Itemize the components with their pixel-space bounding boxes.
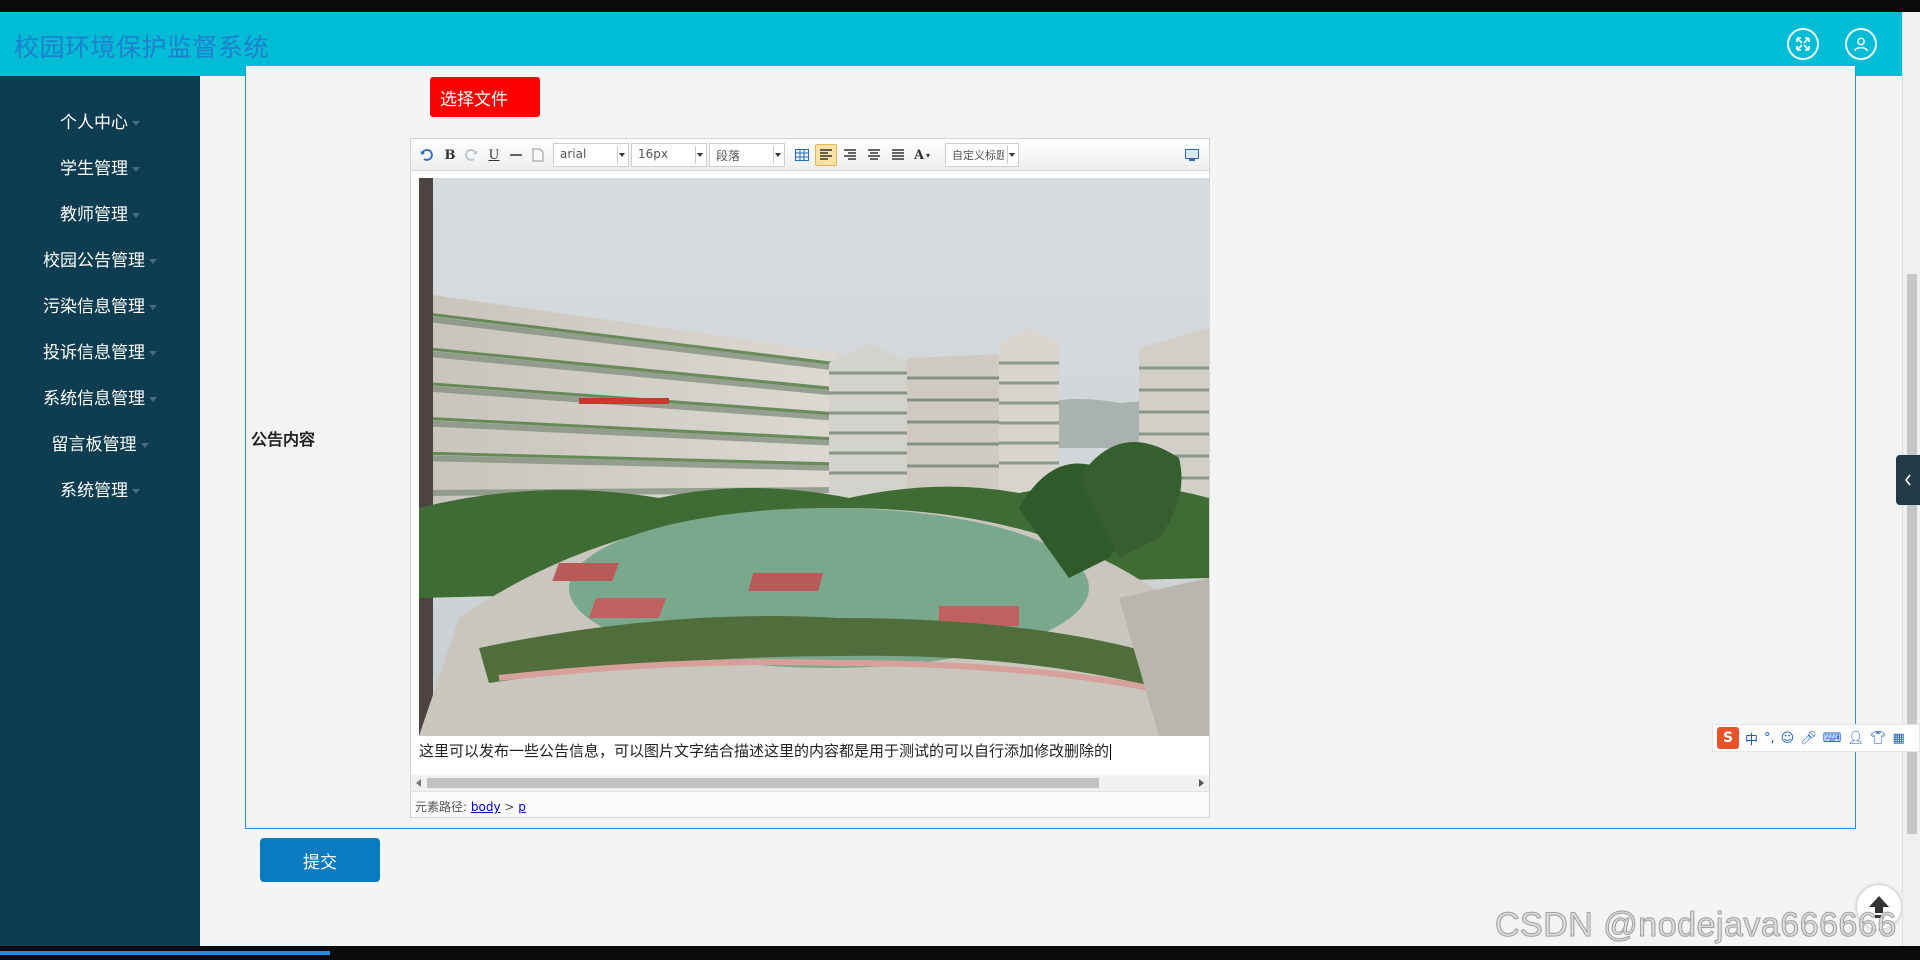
sidebar-item-students[interactable]: 学生管理 bbox=[0, 154, 200, 179]
chevron-down-icon bbox=[132, 212, 140, 218]
font-family-value: arial bbox=[560, 147, 587, 161]
underline-icon[interactable]: U bbox=[485, 146, 503, 164]
align-center-icon[interactable] bbox=[865, 146, 883, 164]
sidebar: 个人中心 学生管理 教师管理 校园公告管理 污染信息管理 投诉信息管理 系统信息… bbox=[0, 76, 200, 946]
sidebar-item-label: 留言板管理 bbox=[51, 435, 137, 455]
campus-photo-image bbox=[419, 178, 1209, 736]
sidebar-item-label: 校园公告管理 bbox=[43, 251, 145, 271]
editor-horizontal-scrollbar[interactable] bbox=[411, 775, 1209, 791]
custom-title-value: 自定义标题 bbox=[952, 149, 1004, 162]
path-link-p[interactable]: p bbox=[518, 800, 526, 814]
sidebar-item-message-board[interactable]: 留言板管理 bbox=[0, 430, 200, 455]
sidebar-item-personal-center[interactable]: 个人中心 bbox=[0, 108, 200, 133]
ime-toolbar[interactable]: S 中 °, ☺ 🎤︎ ⌨ 👤︎ 👕︎ ▦ bbox=[1712, 724, 1920, 752]
paragraph-value: 段落 bbox=[716, 149, 741, 163]
redo-icon[interactable] bbox=[463, 146, 481, 164]
scroll-left-arrow-icon[interactable] bbox=[416, 779, 421, 787]
font-size-value: 16px bbox=[638, 147, 668, 161]
chevron-down-icon bbox=[149, 396, 157, 402]
align-right-icon[interactable] bbox=[841, 146, 859, 164]
sidebar-item-system-info[interactable]: 系统信息管理 bbox=[0, 384, 200, 409]
path-separator: > bbox=[504, 800, 515, 814]
select-separator bbox=[773, 146, 774, 164]
skin-icon[interactable]: 👕︎ bbox=[1870, 731, 1887, 746]
fullscreen-button[interactable] bbox=[1787, 28, 1819, 60]
select-separator bbox=[617, 146, 618, 164]
side-panel-toggle[interactable] bbox=[1896, 455, 1920, 505]
sidebar-item-complaints[interactable]: 投诉信息管理 bbox=[0, 338, 200, 363]
sidebar-item-label: 个人中心 bbox=[60, 113, 128, 133]
ime-mode[interactable]: 中 bbox=[1745, 729, 1758, 748]
sidebar-item-pollution[interactable]: 污染信息管理 bbox=[0, 292, 200, 317]
sidebar-item-system-management[interactable]: 系统管理 bbox=[0, 476, 200, 501]
grid-menu-icon[interactable]: ▦ bbox=[1893, 731, 1905, 746]
microphone-icon[interactable]: 🎤︎ bbox=[1800, 731, 1817, 746]
sidebar-item-label: 系统管理 bbox=[60, 481, 128, 501]
keyboard-icon[interactable]: ⌨ bbox=[1823, 731, 1842, 746]
window-top-edge bbox=[0, 0, 1920, 12]
content-label: 公告内容 bbox=[251, 430, 316, 449]
sidebar-item-label: 污染信息管理 bbox=[43, 297, 145, 317]
emoji-icon[interactable]: ☺ bbox=[1781, 731, 1795, 746]
user-button[interactable] bbox=[1845, 28, 1877, 60]
editor-text-content: 这里可以发布一些公告信息，可以图片文字结合描述这里的内容都是用于测试的可以自行添… bbox=[419, 742, 1110, 760]
chevron-down-icon bbox=[149, 304, 157, 310]
app-title: 校园环境保护监督系统 bbox=[14, 33, 270, 62]
chevron-down-icon bbox=[149, 350, 157, 356]
document-icon[interactable] bbox=[529, 146, 547, 164]
sidebar-item-label: 系统信息管理 bbox=[43, 389, 145, 409]
select-separator bbox=[695, 146, 696, 164]
expand-icon bbox=[1796, 37, 1810, 51]
sidebar-item-label: 学生管理 bbox=[60, 159, 128, 179]
editor-content-area[interactable]: 这里可以发布一些公告信息，可以图片文字结合描述这里的内容都是用于测试的可以自行添… bbox=[411, 172, 1209, 760]
scrollbar-thumb[interactable] bbox=[427, 778, 1099, 788]
sidebar-item-announcements[interactable]: 校园公告管理 bbox=[0, 246, 200, 271]
sogou-logo-icon: S bbox=[1717, 727, 1739, 749]
horizontal-rule-icon[interactable] bbox=[507, 146, 525, 164]
align-left-icon[interactable] bbox=[815, 144, 837, 166]
chevron-left-icon bbox=[1904, 474, 1911, 486]
chevron-down-icon bbox=[140, 442, 149, 448]
font-size-select[interactable]: 16px bbox=[631, 143, 707, 167]
watermark: CSDN @nodejava666666 bbox=[1495, 906, 1897, 945]
chevron-down-icon bbox=[132, 120, 140, 126]
chevron-down-icon bbox=[132, 488, 140, 494]
align-justify-icon[interactable] bbox=[889, 146, 907, 164]
editor-text: 这里可以发布一些公告信息，可以图片文字结合描述这里的内容都是用于测试的可以自行添… bbox=[419, 740, 1112, 760]
sidebar-item-label: 投诉信息管理 bbox=[43, 343, 145, 363]
text-caret bbox=[1110, 743, 1112, 760]
custom-title-select[interactable]: 自定义标题 bbox=[945, 143, 1019, 167]
element-path-label: 元素路径: bbox=[415, 800, 468, 814]
user-icon[interactable]: 👤︎ bbox=[1848, 731, 1865, 746]
user-icon bbox=[1854, 37, 1868, 52]
bold-icon[interactable]: B bbox=[441, 146, 459, 164]
path-link-body[interactable]: body bbox=[471, 800, 501, 814]
chevron-down-icon bbox=[149, 258, 157, 264]
scroll-right-arrow-icon[interactable] bbox=[1199, 779, 1204, 787]
undo-icon[interactable] bbox=[417, 146, 435, 164]
punctuation-icon[interactable]: °, bbox=[1764, 731, 1775, 746]
choose-file-button[interactable]: 选择文件 bbox=[430, 77, 540, 117]
rich-text-editor: B U arial 16px 段落 A ▾ 自定义标题 这里可以发布一些公告信息… bbox=[410, 138, 1210, 818]
sidebar-item-label: 教师管理 bbox=[60, 205, 128, 225]
table-icon[interactable] bbox=[793, 146, 811, 164]
sidebar-item-teachers[interactable]: 教师管理 bbox=[0, 200, 200, 225]
loading-progress-bar bbox=[0, 951, 330, 955]
submit-button[interactable]: 提交 bbox=[260, 838, 380, 882]
select-separator bbox=[1007, 146, 1008, 164]
font-family-select[interactable]: arial bbox=[553, 143, 629, 167]
preview-icon[interactable] bbox=[1183, 146, 1201, 164]
editor-toolbar: B U arial 16px 段落 A ▾ 自定义标题 bbox=[411, 139, 1209, 171]
font-color-icon[interactable]: A ▾ bbox=[913, 146, 931, 164]
paragraph-select[interactable]: 段落 bbox=[709, 143, 785, 167]
element-path-bar: 元素路径: body > p bbox=[411, 791, 1209, 817]
chevron-down-icon bbox=[132, 166, 140, 172]
